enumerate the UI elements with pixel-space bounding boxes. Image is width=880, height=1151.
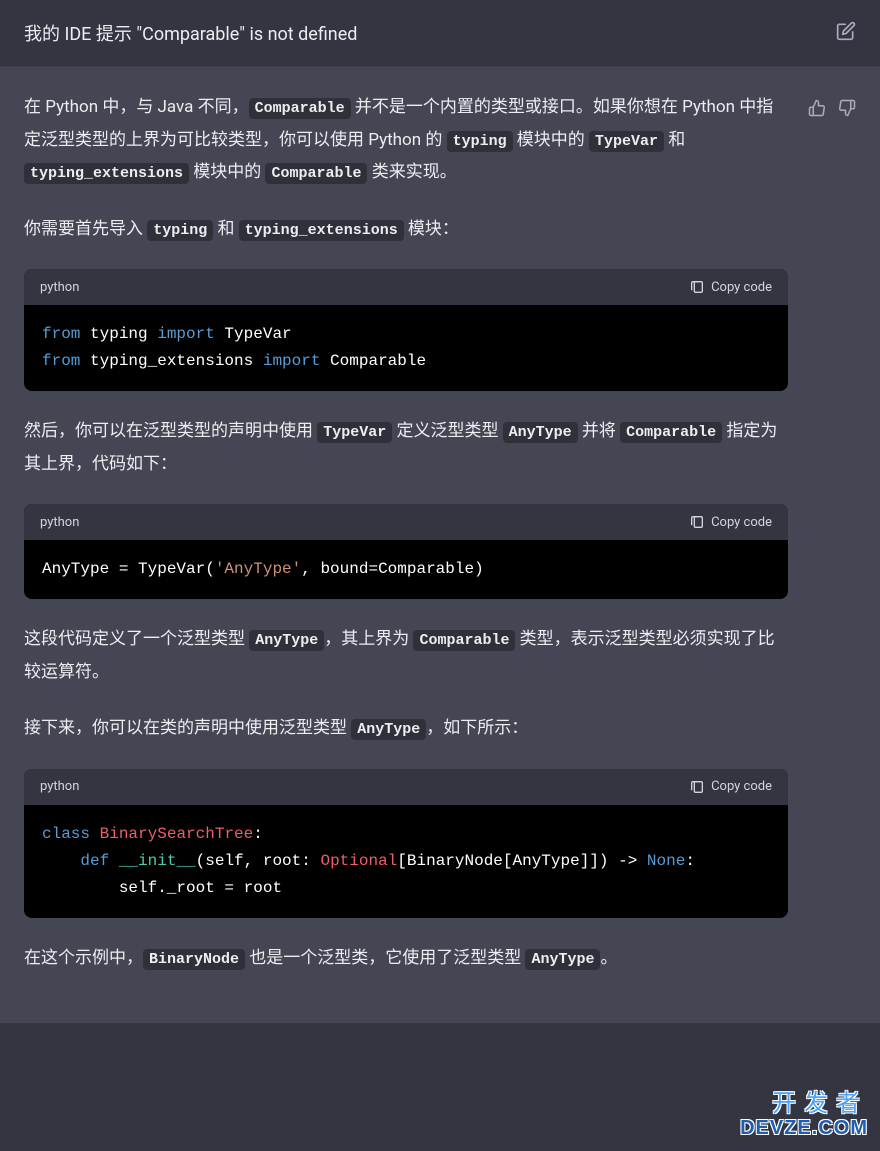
- thumbs-down-icon[interactable]: [838, 99, 856, 999]
- clipboard-icon: [689, 779, 705, 795]
- code-header: python Copy code: [24, 269, 788, 305]
- inline-code: AnyType: [249, 630, 324, 651]
- copy-code-button[interactable]: Copy code: [689, 779, 772, 795]
- watermark-top: 开发者: [740, 1091, 868, 1117]
- inline-code: Comparable: [249, 98, 351, 119]
- inline-code: Comparable: [265, 163, 367, 184]
- copy-code-label: Copy code: [711, 515, 772, 530]
- copy-code-button[interactable]: Copy code: [689, 279, 772, 295]
- inline-code: typing: [447, 131, 513, 152]
- clipboard-icon: [689, 279, 705, 295]
- code-language-label: python: [40, 779, 79, 794]
- thumbs-up-icon[interactable]: [808, 99, 826, 999]
- code-header: python Copy code: [24, 769, 788, 805]
- assistant-response: 在 Python 中，与 Java 不同，Comparable 并不是一个内置的…: [0, 67, 880, 1023]
- paragraph-4: 这段代码定义了一个泛型类型 AnyType，其上界为 Comparable 类型…: [24, 623, 788, 688]
- code-language-label: python: [40, 515, 79, 530]
- copy-code-button[interactable]: Copy code: [689, 514, 772, 530]
- inline-code: AnyType: [503, 422, 578, 443]
- code-language-label: python: [40, 280, 79, 295]
- code-body: from typing import TypeVar from typing_e…: [24, 305, 788, 391]
- inline-code: TypeVar: [317, 422, 392, 443]
- feedback-buttons: [808, 91, 856, 999]
- paragraph-3: 然后，你可以在泛型类型的声明中使用 TypeVar 定义泛型类型 AnyType…: [24, 415, 788, 480]
- code-body: class BinarySearchTree: def __init__(sel…: [24, 805, 788, 919]
- copy-code-label: Copy code: [711, 280, 772, 295]
- watermark: 开发者 DEVZE.COM: [740, 1091, 868, 1139]
- inline-code: AnyType: [525, 949, 600, 970]
- inline-code: typing_extensions: [239, 220, 404, 241]
- paragraph-6: 在这个示例中，BinaryNode 也是一个泛型类，它使用了泛型类型 AnyTy…: [24, 942, 788, 975]
- code-block-3: python Copy code class BinarySearchTree:…: [24, 769, 788, 919]
- edit-icon[interactable]: [836, 21, 856, 45]
- watermark-bottom: DEVZE.COM: [740, 1117, 868, 1139]
- user-message-title: 我的 IDE 提示 "Comparable" is not defined: [24, 20, 357, 46]
- paragraph-5: 接下来，你可以在类的声明中使用泛型类型 AnyType，如下所示：: [24, 712, 788, 745]
- inline-code: Comparable: [620, 422, 722, 443]
- clipboard-icon: [689, 514, 705, 530]
- response-body: 在 Python 中，与 Java 不同，Comparable 并不是一个内置的…: [24, 91, 788, 999]
- inline-code: AnyType: [351, 719, 426, 740]
- code-body: AnyType = TypeVar('AnyType', bound=Compa…: [24, 540, 788, 599]
- inline-code: BinaryNode: [143, 949, 245, 970]
- code-block-1: python Copy code from typing import Type…: [24, 269, 788, 391]
- user-message-header: 我的 IDE 提示 "Comparable" is not defined: [0, 0, 880, 67]
- inline-code: typing_extensions: [24, 163, 189, 184]
- copy-code-label: Copy code: [711, 779, 772, 794]
- paragraph-1: 在 Python 中，与 Java 不同，Comparable 并不是一个内置的…: [24, 91, 788, 189]
- code-header: python Copy code: [24, 504, 788, 540]
- inline-code: typing: [147, 220, 213, 241]
- code-block-2: python Copy code AnyType = TypeVar('AnyT…: [24, 504, 788, 599]
- inline-code: TypeVar: [589, 131, 664, 152]
- inline-code: Comparable: [413, 630, 515, 651]
- paragraph-2: 你需要首先导入 typing 和 typing_extensions 模块：: [24, 213, 788, 246]
